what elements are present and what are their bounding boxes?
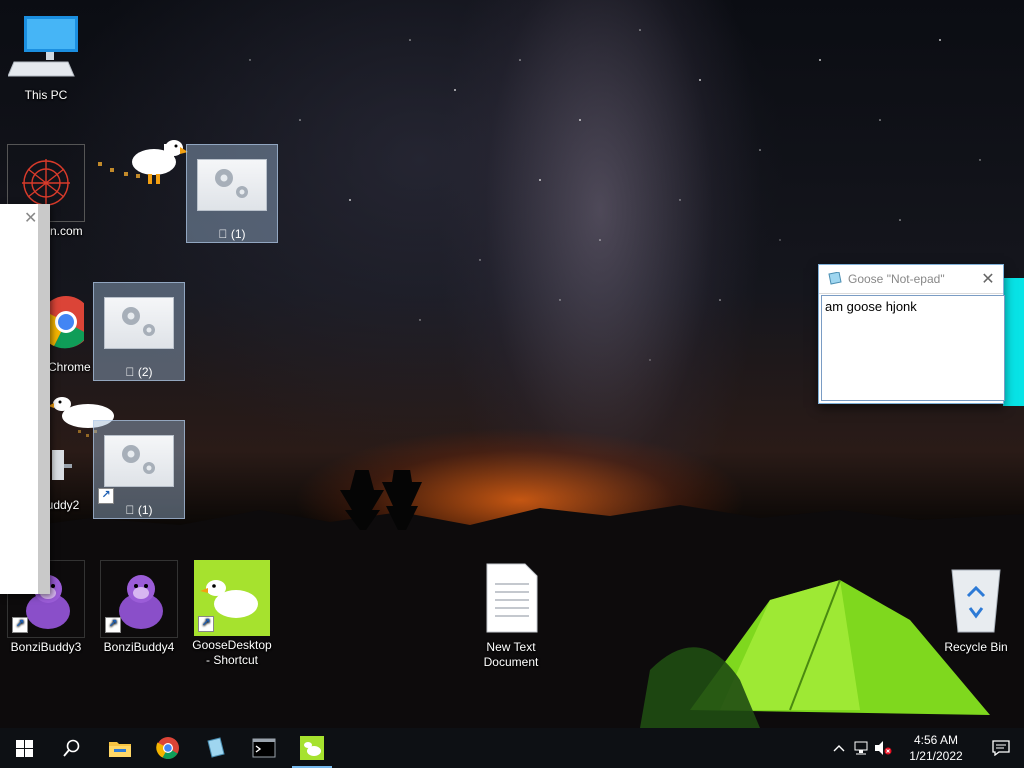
desktop-icon-this-pc[interactable]: This PC	[6, 10, 86, 103]
gear-icon	[104, 297, 174, 349]
system-tray: 4:56 AM 1/21/2022	[828, 728, 1024, 768]
text-document-icon	[473, 562, 549, 638]
desktop-icon-label: Chrome	[48, 360, 91, 374]
close-icon[interactable]: ✕	[24, 208, 37, 228]
taskbar-file-explorer[interactable]	[96, 728, 144, 768]
taskbar-chrome[interactable]	[144, 728, 192, 768]
cyan-window-edge	[1003, 278, 1024, 406]
terminal-icon	[252, 738, 276, 758]
folder-icon	[109, 742, 131, 757]
desktop-icon-label: BonziBuddy4	[103, 640, 175, 654]
partial-window[interactable]: ✕	[0, 204, 50, 594]
gear-icon	[104, 435, 174, 487]
notepad-icon	[207, 737, 225, 758]
desktop-icon-label: GooseDesktop - Shortcut	[192, 638, 272, 667]
shortcut-arrow-icon: ↗	[198, 616, 214, 632]
search-button[interactable]	[48, 728, 96, 768]
bonzi-gorilla-icon: ↗	[100, 560, 178, 638]
notepad-icon	[828, 272, 842, 285]
network-icon[interactable]	[850, 728, 872, 768]
desktop-icon-goosedesktop-shortcut[interactable]: ↗ GooseDesktop - Shortcut	[192, 560, 272, 668]
notepad-title: Goose "Not-epad"	[848, 272, 945, 286]
goose-app-icon: ↗	[194, 560, 270, 636]
desktop-icon-settings-shortcut-c[interactable]: ↗   (1)	[93, 420, 185, 519]
notification-icon	[992, 740, 1010, 756]
clock-date: 1/21/2022	[909, 749, 963, 763]
action-center-button[interactable]	[978, 728, 1024, 768]
notepad-titlebar[interactable]: Goose "Not-epad" ✕	[819, 265, 1003, 294]
taskbar-notepad[interactable]	[192, 728, 240, 768]
desktop-icon-label:   (1)	[125, 503, 153, 517]
close-icon[interactable]: ✕	[973, 269, 1003, 289]
desktop-icon-settings-shortcut-b[interactable]:   (2)	[93, 282, 185, 381]
volume-muted-icon[interactable]	[872, 728, 894, 768]
goose-app-icon	[300, 736, 324, 760]
shortcut-arrow-icon: ↗	[12, 617, 28, 633]
desktop-icon-label: This PC	[24, 88, 68, 102]
goose-notepad-window[interactable]: Goose "Not-epad" ✕	[818, 264, 1005, 404]
windows-logo-icon	[15, 739, 33, 757]
shortcut-arrow-icon: ↗	[105, 617, 121, 633]
shortcut-arrow-icon: ↗	[98, 488, 114, 504]
desktop-icon-label:   (1)	[218, 227, 246, 241]
desktop-icon-label: Recycle Bin	[944, 640, 1008, 654]
computer-icon	[7, 10, 84, 86]
search-icon	[63, 739, 80, 757]
recycle-bin-icon	[938, 562, 1014, 638]
chevron-up-icon[interactable]	[828, 728, 850, 768]
chrome-icon	[156, 737, 179, 759]
clock-time: 4:56 AM	[913, 733, 959, 747]
desktop-icon-bonzibuddy4[interactable]: ↗ BonziBuddy4	[99, 560, 179, 655]
desktop-icon-settings-shortcut-a[interactable]:   (1)	[186, 144, 278, 243]
gear-icon	[197, 159, 267, 211]
taskbar-command-prompt[interactable]	[240, 728, 288, 768]
start-button[interactable]	[0, 728, 48, 768]
notepad-text-area[interactable]	[821, 295, 1005, 401]
taskbar: 4:56 AM 1/21/2022	[0, 728, 1024, 768]
desktop-icon-label: New Text Document	[483, 640, 539, 669]
desktop-icon-label: BonziBuddy3	[10, 640, 82, 654]
desktop-icon-recycle-bin[interactable]: Recycle Bin	[936, 562, 1016, 655]
taskbar-goosedesktop[interactable]	[288, 728, 336, 768]
goose-sprite[interactable]	[96, 138, 188, 194]
taskbar-clock[interactable]: 4:56 AM 1/21/2022	[894, 732, 978, 764]
desktop-icon-label:   (2)	[125, 365, 153, 379]
desktop-icon-new-text-document[interactable]: New Text Document	[471, 562, 551, 670]
